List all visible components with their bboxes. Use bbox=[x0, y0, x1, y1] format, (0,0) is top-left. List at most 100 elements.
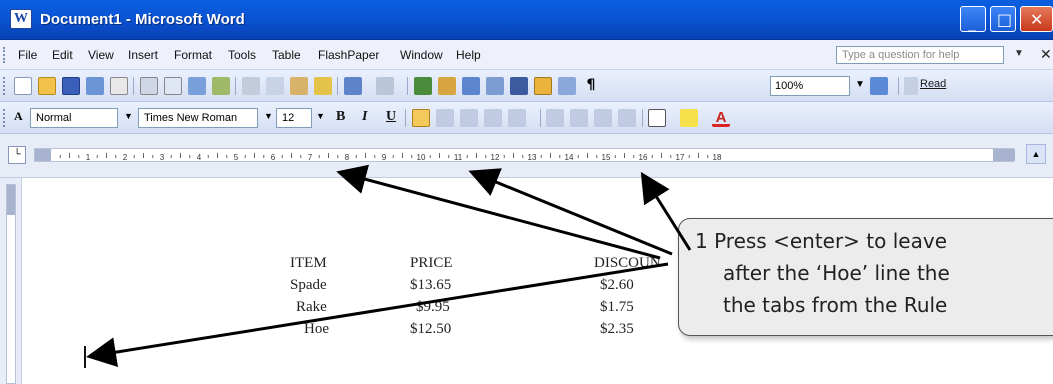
zoom-select[interactable]: 100% bbox=[770, 76, 850, 96]
word-app-icon[interactable] bbox=[10, 9, 32, 29]
decrease-indent-icon[interactable] bbox=[594, 109, 612, 127]
row-3-item: Hoe bbox=[304, 321, 329, 337]
ruler-label-10: 10 bbox=[417, 153, 426, 162]
columns-icon[interactable] bbox=[510, 77, 528, 95]
row-3-discount: $2.35 bbox=[600, 321, 634, 337]
zoom-dropdown-icon[interactable]: ▼ bbox=[855, 79, 865, 90]
row-3-price: $12.50 bbox=[410, 321, 452, 337]
drawing-icon[interactable] bbox=[534, 77, 552, 95]
ask-dropdown-icon[interactable]: ▼ bbox=[1014, 48, 1024, 59]
open-folder-icon[interactable] bbox=[38, 77, 56, 95]
menu-bar: File Edit View Insert Format Tools Table… bbox=[0, 40, 1053, 70]
toolbar-grip-2[interactable] bbox=[3, 109, 6, 127]
tab-selector-icon[interactable]: └ bbox=[8, 146, 26, 164]
menu-window[interactable]: Window bbox=[400, 48, 443, 62]
read-icon[interactable] bbox=[904, 77, 918, 95]
font-select[interactable]: Times New Roman bbox=[138, 108, 258, 128]
align-left-icon[interactable] bbox=[412, 109, 430, 127]
justify-icon[interactable] bbox=[484, 109, 502, 127]
callout-line-1: 1 Press <enter> to leave bbox=[695, 229, 947, 253]
tables-borders-icon[interactable] bbox=[438, 77, 456, 95]
increase-indent-icon[interactable] bbox=[618, 109, 636, 127]
bullets-icon[interactable] bbox=[570, 109, 588, 127]
borders-icon[interactable] bbox=[648, 109, 666, 127]
row-2-discount: $1.75 bbox=[600, 299, 634, 315]
style-select[interactable]: Normal bbox=[30, 108, 118, 128]
menu-tools[interactable]: Tools bbox=[228, 48, 256, 62]
new-document-icon[interactable] bbox=[14, 77, 32, 95]
scroll-up-icon[interactable]: ▲ bbox=[1026, 144, 1046, 164]
email-icon[interactable] bbox=[110, 77, 128, 95]
font-dropdown-icon[interactable]: ▼ bbox=[264, 111, 273, 121]
menu-table[interactable]: Table bbox=[272, 48, 301, 62]
font-size-select[interactable]: 12 bbox=[276, 108, 312, 128]
menu-flashpaper[interactable]: FlashPaper bbox=[318, 48, 379, 62]
help-icon[interactable] bbox=[870, 77, 888, 95]
menu-file[interactable]: File bbox=[18, 48, 37, 62]
format-painter-icon[interactable] bbox=[314, 77, 332, 95]
numbering-icon[interactable] bbox=[546, 109, 564, 127]
callout-line-3: the tabs from the Rule bbox=[723, 293, 948, 317]
ruler-label-15: 15 bbox=[602, 153, 611, 162]
underline-button[interactable]: U bbox=[386, 109, 396, 125]
align-right-icon[interactable] bbox=[460, 109, 478, 127]
highlight-icon[interactable] bbox=[680, 109, 698, 127]
minimize-button[interactable]: _ bbox=[960, 6, 986, 32]
ruler-label-3: 3 bbox=[160, 153, 165, 162]
ruler-label-7: 7 bbox=[308, 153, 313, 162]
print-icon[interactable] bbox=[140, 77, 158, 95]
header-price: PRICE bbox=[410, 255, 453, 271]
cut-icon[interactable] bbox=[242, 77, 260, 95]
ruler-label-5: 5 bbox=[234, 153, 239, 162]
standard-toolbar: ¶ 100% ▼ Read bbox=[0, 70, 1053, 102]
redo-icon[interactable] bbox=[376, 77, 394, 95]
ask-question-input[interactable]: Type a question for help bbox=[836, 46, 1004, 64]
paste-icon[interactable] bbox=[290, 77, 308, 95]
menu-insert[interactable]: Insert bbox=[128, 48, 158, 62]
ruler-label-9: 9 bbox=[382, 153, 387, 162]
ruler-area: └ 1 2 3 4 5 6 7 8 9 10 11 12 13 14 15 16 17 18 ▲ bbox=[0, 134, 1053, 178]
size-dropdown-icon[interactable]: ▼ bbox=[316, 111, 325, 121]
maximize-button[interactable]: □ bbox=[990, 6, 1016, 32]
menu-grip[interactable] bbox=[3, 47, 6, 63]
header-item: ITEM bbox=[290, 255, 327, 271]
hyperlink-icon[interactable] bbox=[414, 77, 432, 95]
copy-icon[interactable] bbox=[266, 77, 284, 95]
menu-view[interactable]: View bbox=[88, 48, 114, 62]
ruler-label-6: 6 bbox=[271, 153, 276, 162]
print-preview-icon[interactable] bbox=[164, 77, 182, 95]
header-discount: DISCOUN bbox=[594, 255, 661, 271]
bold-button[interactable]: B bbox=[336, 109, 345, 125]
line-spacing-icon[interactable] bbox=[508, 109, 526, 127]
menu-help[interactable]: Help bbox=[456, 48, 481, 62]
close-button[interactable]: ✕ bbox=[1020, 6, 1053, 32]
ruler-ticks: 1 2 3 4 5 6 7 8 9 10 11 12 13 14 15 16 17 18 bbox=[59, 153, 722, 162]
read-button[interactable]: Read bbox=[920, 78, 946, 90]
ruler-label-1: 1 bbox=[86, 153, 91, 162]
insert-table-icon[interactable] bbox=[462, 77, 480, 95]
row-1-discount: $2.60 bbox=[600, 277, 634, 293]
show-hide-icon[interactable]: ¶ bbox=[582, 77, 600, 95]
italic-button[interactable]: I bbox=[362, 109, 367, 125]
permission-icon[interactable] bbox=[86, 77, 104, 95]
document-close-icon[interactable]: ✕ bbox=[1040, 46, 1052, 63]
menu-format[interactable]: Format bbox=[174, 48, 212, 62]
spelling-icon[interactable] bbox=[188, 77, 206, 95]
text-cursor bbox=[84, 346, 86, 368]
document-map-icon[interactable] bbox=[558, 77, 576, 95]
row-1-price: $13.65 bbox=[410, 277, 452, 293]
insert-excel-icon[interactable] bbox=[486, 77, 504, 95]
font-color-icon[interactable]: A bbox=[712, 109, 730, 127]
row-2-item: Rake bbox=[296, 299, 327, 315]
vertical-ruler bbox=[0, 178, 22, 384]
align-center-icon[interactable] bbox=[436, 109, 454, 127]
horizontal-ruler[interactable]: 1 2 3 4 5 6 7 8 9 10 11 12 13 14 15 16 17 18 bbox=[34, 148, 1015, 162]
save-icon[interactable] bbox=[62, 77, 80, 95]
menu-edit[interactable]: Edit bbox=[52, 48, 73, 62]
row-2-price: $9.95 bbox=[416, 299, 450, 315]
style-dropdown-icon[interactable]: ▼ bbox=[124, 111, 133, 121]
ruler-label-17: 17 bbox=[676, 153, 685, 162]
toolbar-grip[interactable] bbox=[3, 77, 6, 95]
undo-icon[interactable] bbox=[344, 77, 362, 95]
research-icon[interactable] bbox=[212, 77, 230, 95]
